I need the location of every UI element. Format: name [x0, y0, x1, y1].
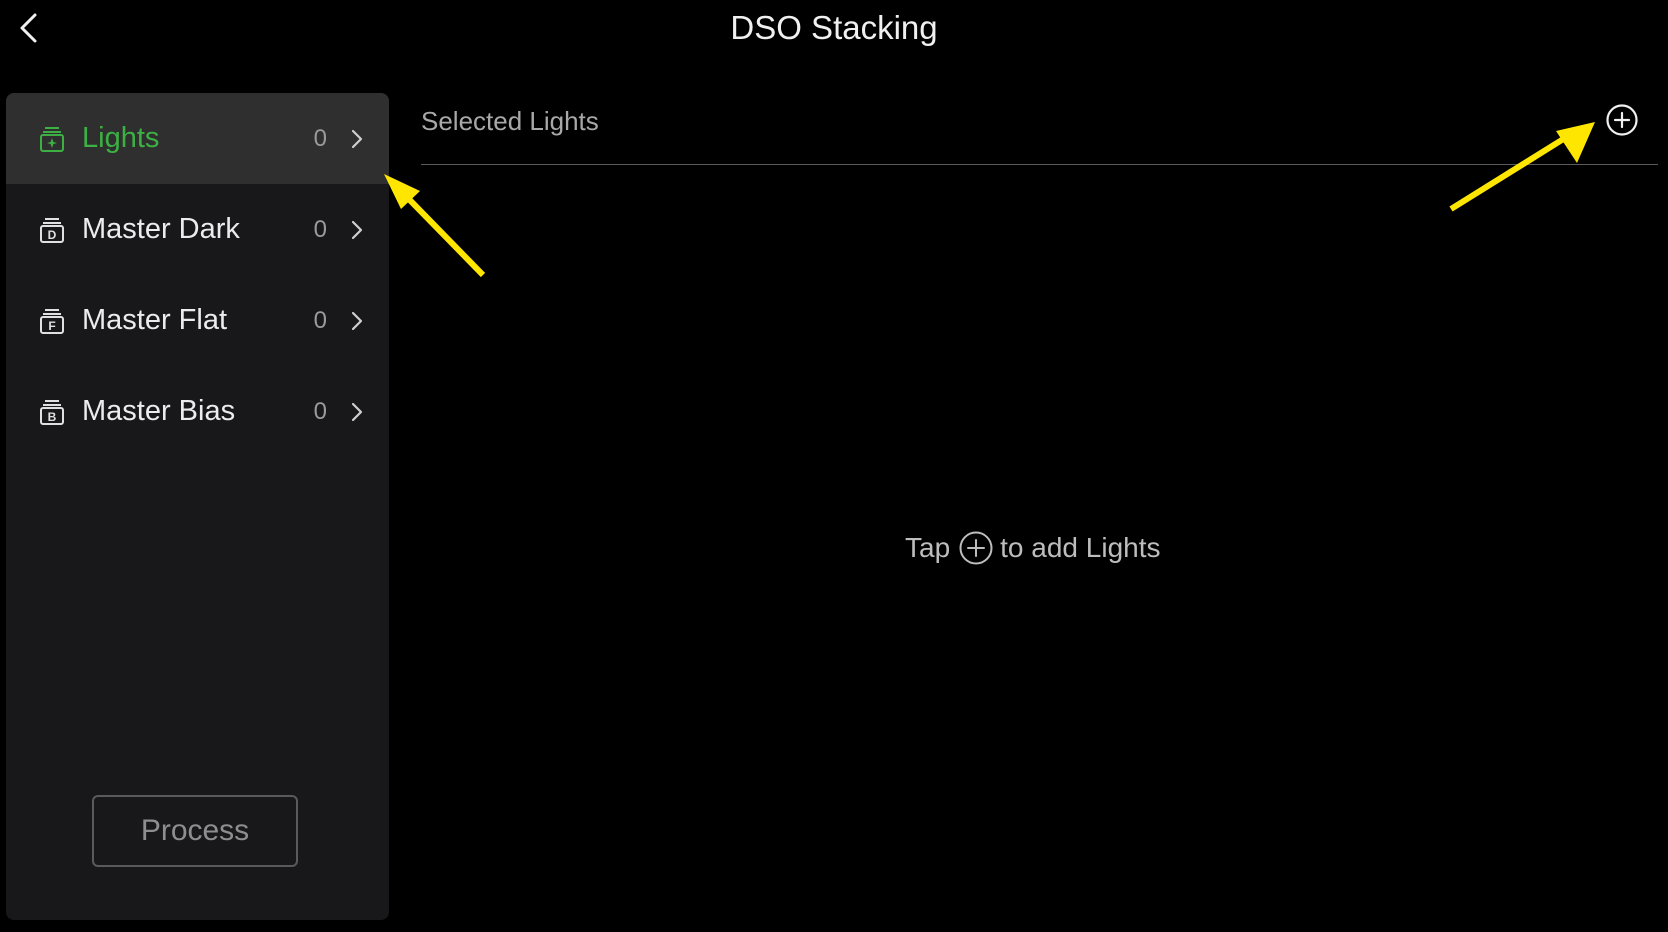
empty-hint-text-after: to add Lights — [1000, 532, 1161, 563]
chevron-right-icon — [345, 218, 369, 242]
content-title: Selected Lights — [421, 106, 599, 136]
chevron-right-icon — [345, 309, 369, 333]
empty-state-hint: Tap to add Lights — [905, 528, 1161, 568]
header: DSO Stacking — [0, 0, 1668, 60]
svg-text:B: B — [48, 410, 57, 424]
svg-text:D: D — [48, 228, 57, 242]
stack-b-icon: B — [38, 398, 66, 426]
sidebar-item-label: Lights — [82, 122, 160, 154]
stack-f-icon: F — [38, 307, 66, 335]
svg-text:F: F — [48, 319, 55, 333]
sidebar-item-label: Master Flat — [82, 304, 228, 336]
sidebar-item-master-dark[interactable]: D Master Dark 0 — [6, 184, 389, 275]
sidebar-item-count: 0 — [313, 306, 327, 334]
sidebar: Lights 0 D Master Dark 0 F Master Flat 0… — [6, 93, 389, 920]
lights-stack-icon — [38, 125, 66, 153]
chevron-right-icon — [345, 127, 369, 151]
sidebar-item-label: Master Bias — [82, 395, 236, 427]
sidebar-item-master-flat[interactable]: F Master Flat 0 — [6, 275, 389, 366]
empty-hint-text-before: Tap — [905, 532, 951, 563]
chevron-right-icon — [345, 400, 369, 424]
plus-circle-icon — [1606, 104, 1638, 136]
sidebar-item-count: 0 — [313, 215, 327, 243]
content-header: Selected Lights — [421, 96, 1658, 165]
stack-d-icon: D — [38, 216, 66, 244]
annotation-arrow-sidebar — [384, 174, 486, 278]
sidebar-item-count: 0 — [313, 124, 327, 152]
sidebar-item-master-bias[interactable]: B Master Bias 0 — [6, 366, 389, 457]
process-button[interactable]: Process — [92, 795, 298, 867]
plus-circle-icon — [958, 530, 994, 566]
page-title: DSO Stacking — [730, 9, 938, 46]
add-lights-button[interactable] — [1604, 102, 1640, 138]
sidebar-item-count: 0 — [313, 397, 327, 425]
sidebar-item-label: Master Dark — [82, 213, 240, 245]
sidebar-item-lights[interactable]: Lights 0 — [6, 93, 389, 184]
